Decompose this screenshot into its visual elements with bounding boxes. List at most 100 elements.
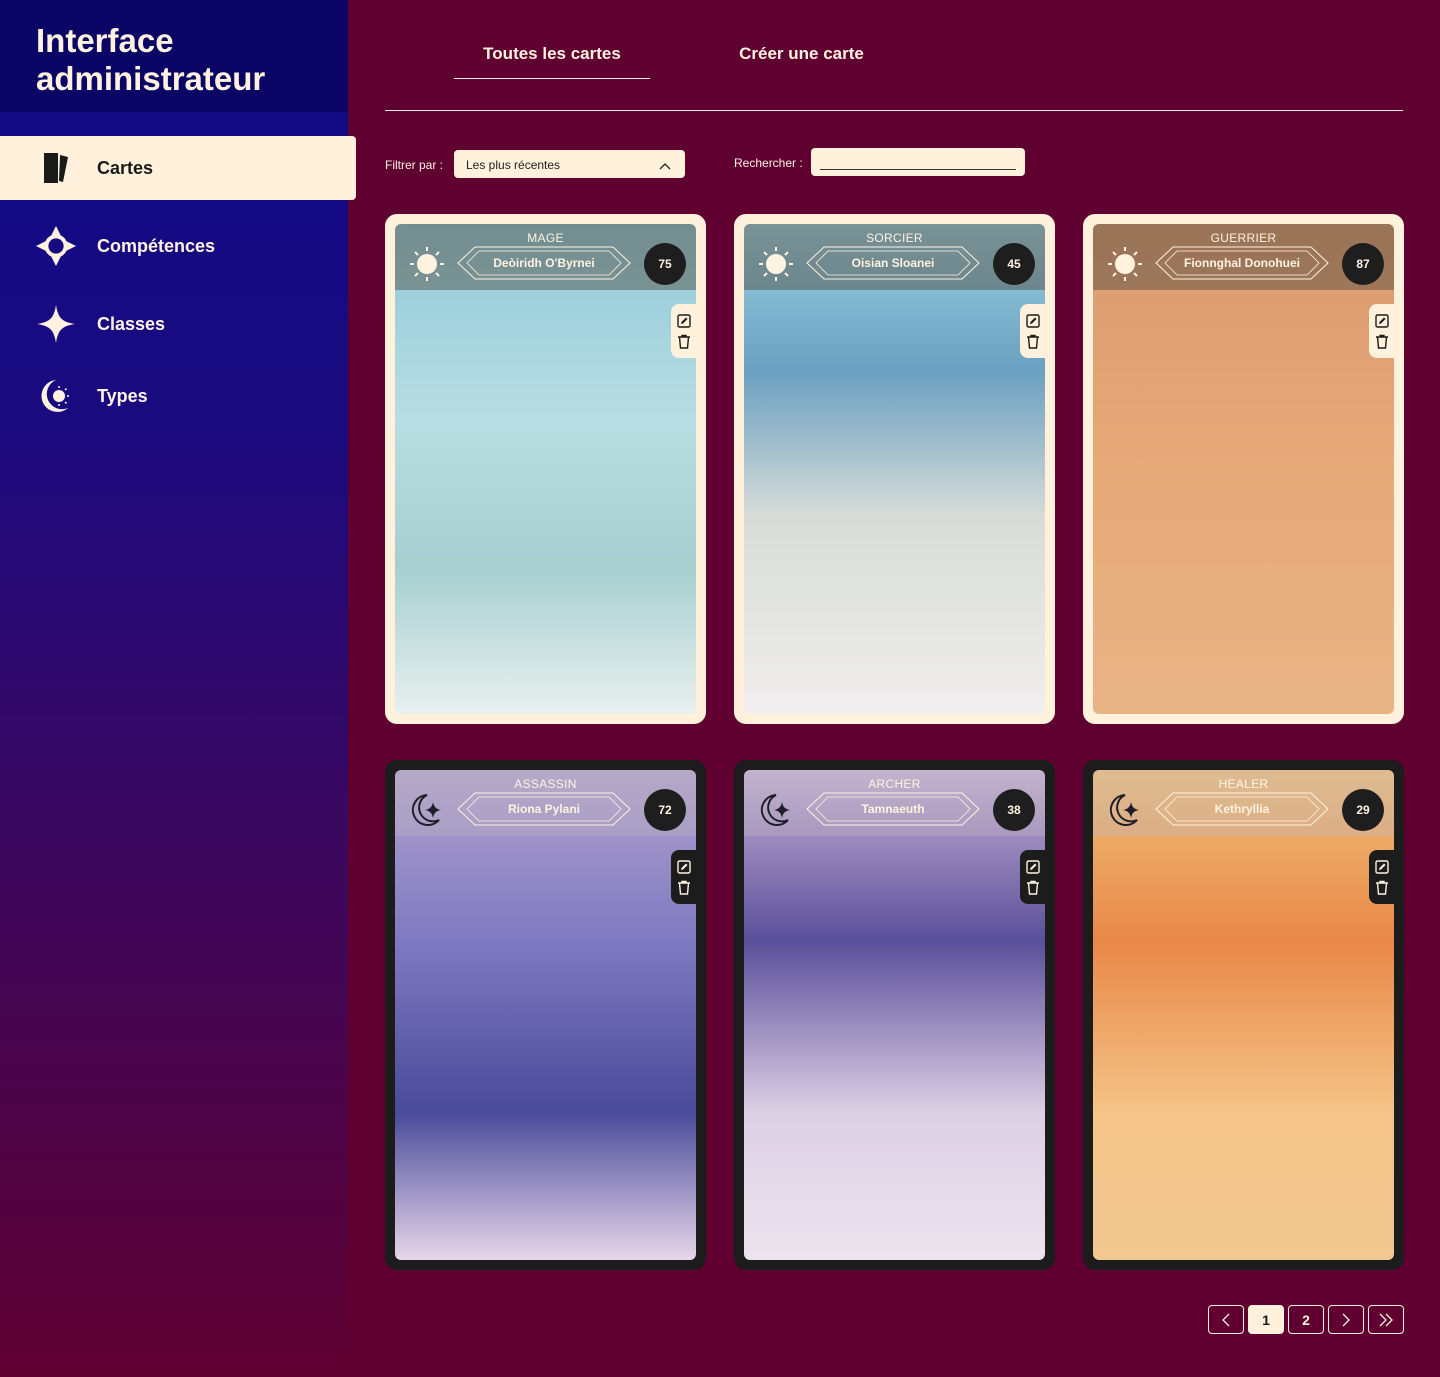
sidebar-item-label: Cartes [97,157,154,178]
card-value-badge: 87 [1342,243,1384,285]
card-actions [1369,304,1394,358]
card-name: Fionnghal Donohuei [1184,255,1300,270]
sidebar-item-label: Classes [97,313,166,334]
tab-all-cards[interactable]: Toutes les cartes [454,44,650,79]
card-class: MAGE [527,231,564,245]
sidebar-item-competences[interactable]: Compétences [0,214,356,278]
moon-star-icon [407,792,447,828]
tab-bar: Toutes les cartes Créer une carte [385,0,1403,111]
trash-icon[interactable] [1025,880,1041,896]
card-class: ASSASSIN [514,777,577,791]
trash-icon[interactable] [676,880,692,896]
edit-icon[interactable] [1374,313,1390,329]
page-1-button[interactable]: 1 [1248,1305,1284,1334]
star-icon [36,304,76,344]
card-name: Deòiridh O'Byrnei [493,255,595,270]
card-artwork [744,224,1045,714]
trash-icon[interactable] [1025,334,1041,350]
card-artwork [744,770,1045,1260]
card-value-badge: 38 [993,789,1035,831]
compass-icon [36,226,76,266]
app-title: Interface administrateur [36,22,266,97]
card-name-frame: Fionnghal Donohuei [1155,246,1329,280]
card-inner: ARCHER Tamnaeuth 38 [744,770,1045,1260]
card-actions [1369,850,1394,904]
card-inner: GUERRIER Fionnghal Donohuei 87 [1093,224,1394,714]
card-name-frame: Oisian Sloanei [806,246,980,280]
card-name: Tamnaeuth [861,801,925,816]
tab-create-card[interactable]: Créer une carte [719,44,884,64]
chevron-up-icon [659,159,671,170]
card-class: GUERRIER [1210,231,1277,245]
filter-label: Filtrer par : [385,158,444,172]
next-page-button[interactable] [1328,1305,1364,1334]
card-actions [1020,304,1045,358]
card-header: HEALER Kethryllia 29 [1093,770,1394,836]
card-class: ARCHER [868,777,921,791]
sidebar-nav: Cartes Compétences Classes Types [0,136,356,428]
sidebar-item-types[interactable]: Types [0,364,356,428]
card-header: ASSASSIN Riona Pylani 72 [395,770,696,836]
card-value-badge: 29 [1342,789,1384,831]
sun-icon [756,246,796,282]
card-class: HEALER [1218,777,1269,791]
sidebar-item-classes[interactable]: Classes [0,292,356,356]
edit-icon[interactable] [676,859,692,875]
card[interactable]: SORCIER Oisian Sloanei 45 [734,214,1055,724]
main-content: Toutes les cartes Créer une carte Filtre… [385,0,1404,1334]
card-inner: HEALER Kethryllia 29 [1093,770,1394,1260]
filter-select[interactable]: Les plus récentes [454,150,685,178]
card-actions [671,304,696,358]
prev-page-button[interactable] [1208,1305,1244,1334]
chevron-left-icon [1222,1313,1230,1326]
card-name-frame: Tamnaeuth [806,792,980,826]
card[interactable]: ARCHER Tamnaeuth 38 [734,760,1055,1270]
card-header: SORCIER Oisian Sloanei 45 [744,224,1045,290]
card-name: Oisian Sloanei [851,255,935,270]
card-artwork [395,224,696,714]
card-header: ARCHER Tamnaeuth 38 [744,770,1045,836]
card-value-badge: 75 [644,243,686,285]
search-box [811,148,1025,176]
trash-icon[interactable] [1374,334,1390,350]
card-inner: SORCIER Oisian Sloanei 45 [744,224,1045,714]
chevron-right-icon [1342,1313,1350,1326]
edit-icon[interactable] [1025,859,1041,875]
edit-icon[interactable] [1025,313,1041,329]
filter-bar: Filtrer par : Les plus récentes Recherch… [385,148,1403,180]
sidebar: Interface administrateur Cartes Compéten… [0,0,356,1377]
last-page-button[interactable] [1368,1305,1404,1334]
trash-icon[interactable] [1374,880,1390,896]
cards-icon [36,148,76,188]
sidebar-item-label: Compétences [97,235,216,256]
card-artwork [1093,224,1394,714]
edit-icon[interactable] [1374,859,1390,875]
card-inner: MAGE Deòiridh O'Byrnei 75 [395,224,696,714]
sun-icon [1105,246,1145,282]
card-actions [671,850,696,904]
card[interactable]: MAGE Deòiridh O'Byrnei 75 [385,214,706,724]
search-label: Rechercher : [734,156,803,170]
pagination: 1 2 [1208,1305,1404,1334]
card-name: Kethryllia [1214,801,1270,816]
eclipse-icon [36,376,76,416]
trash-icon[interactable] [676,334,692,350]
card-class: SORCIER [866,231,923,245]
card-inner: ASSASSIN Riona Pylani 72 [395,770,696,1260]
edit-icon[interactable] [676,313,692,329]
card[interactable]: GUERRIER Fionnghal Donohuei 87 [1083,214,1404,724]
double-chevron-right-icon [1379,1313,1393,1326]
sidebar-header: Interface administrateur [0,0,348,112]
card-name-frame: Kethryllia [1155,792,1329,826]
search-input[interactable] [820,154,1016,170]
card-value-badge: 45 [993,243,1035,285]
card[interactable]: ASSASSIN Riona Pylani 72 [385,760,706,1270]
page-2-button[interactable]: 2 [1288,1305,1324,1334]
card-artwork [1093,770,1394,1260]
card-value-badge: 72 [644,789,686,831]
sun-icon [407,246,447,282]
card[interactable]: HEALER Kethryllia 29 [1083,760,1404,1270]
card-name-frame: Deòiridh O'Byrnei [457,246,631,280]
card-artwork [395,770,696,1260]
sidebar-item-cartes[interactable]: Cartes [0,136,356,200]
